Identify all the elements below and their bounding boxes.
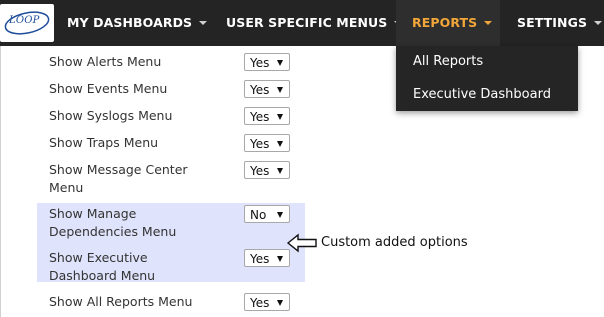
nav-my-dashboards-label: MY DASHBOARDS: [67, 15, 193, 30]
dropdown-arrow-icon: [277, 212, 283, 218]
select-value: Yes: [250, 83, 270, 97]
setting-label-manage-dependencies: Show Manage Dependencies Menu: [49, 206, 177, 239]
reports-dropdown-menu: All Reports Executive Dashboard: [396, 46, 578, 111]
nav-user-specific-menus-label: USER SPECIFIC MENUS: [226, 15, 388, 30]
show-events-select[interactable]: Yes: [244, 80, 290, 98]
annotation-label: Custom added options: [321, 235, 468, 250]
setting-label-message-center: Show Message Center Menu: [49, 162, 188, 195]
left-arrow-icon: [286, 233, 317, 253]
select-value: Yes: [250, 110, 270, 124]
select-value: Yes: [250, 137, 270, 151]
dropdown-arrow-icon: [277, 114, 283, 120]
menu-item-all-reports[interactable]: All Reports: [413, 54, 483, 69]
nav-reports[interactable]: REPORTS: [396, 0, 500, 46]
nav-user-specific-menus[interactable]: USER SPECIFIC MENUS: [226, 0, 403, 46]
show-executive-dashboard-select[interactable]: Yes: [244, 249, 290, 267]
select-value: No: [250, 208, 267, 222]
setting-label-syslogs: Show Syslogs Menu: [49, 108, 173, 123]
menu-item-executive-dashboard[interactable]: Executive Dashboard: [413, 87, 551, 102]
dropdown-arrow-icon: [277, 87, 283, 93]
dropdown-arrow-icon: [277, 300, 283, 306]
logo[interactable]: LOOP: [0, 4, 54, 42]
content-left-border: [0, 46, 1, 317]
nav-settings[interactable]: SETTINGS: [517, 0, 603, 46]
select-value: Yes: [250, 56, 270, 70]
dropdown-arrow-icon: [277, 60, 283, 66]
setting-label-executive-dashboard: Show Executive Dashboard Menu: [49, 250, 156, 283]
chevron-down-icon: [484, 20, 493, 25]
setting-label-all-reports: Show All Reports Menu: [49, 294, 193, 309]
show-syslogs-select[interactable]: Yes: [244, 107, 290, 125]
show-manage-dependencies-select[interactable]: No: [244, 205, 290, 223]
show-alerts-select[interactable]: Yes: [244, 53, 290, 71]
setting-label-traps: Show Traps Menu: [49, 135, 159, 150]
select-value: Yes: [250, 296, 270, 310]
chevron-down-icon: [199, 20, 208, 25]
dropdown-arrow-icon: [277, 168, 283, 174]
nav-reports-label: REPORTS: [412, 15, 478, 30]
select-value: Yes: [250, 164, 270, 178]
nav-my-dashboards[interactable]: MY DASHBOARDS: [67, 0, 208, 46]
setting-label-alerts: Show Alerts Menu: [49, 54, 162, 69]
setting-label-events: Show Events Menu: [49, 81, 168, 96]
nav-settings-label: SETTINGS: [517, 15, 588, 30]
chevron-down-icon: [594, 20, 603, 25]
top-nav-bar: LOOP MY DASHBOARDS USER SPECIFIC MENUS R…: [0, 0, 604, 46]
dropdown-arrow-icon: [277, 256, 283, 262]
select-value: Yes: [250, 252, 270, 266]
logo-text: LOOP: [9, 15, 40, 26]
dropdown-arrow-icon: [277, 141, 283, 147]
show-all-reports-select[interactable]: Yes: [244, 293, 290, 311]
show-message-center-select[interactable]: Yes: [244, 161, 290, 179]
show-traps-select[interactable]: Yes: [244, 134, 290, 152]
